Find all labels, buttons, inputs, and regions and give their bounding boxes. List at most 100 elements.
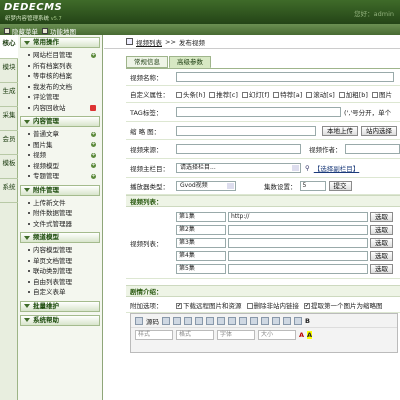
- vtab-template[interactable]: 模板: [0, 155, 18, 179]
- sidebar-item-linkage[interactable]: 联动类别管理: [28, 266, 100, 277]
- paste-icon[interactable]: [206, 316, 214, 325]
- undo-icon[interactable]: [239, 316, 247, 325]
- sidebar-item-recycle[interactable]: 内容回收站: [28, 103, 100, 114]
- title-input[interactable]: [176, 72, 394, 82]
- sidebar-item-article[interactable]: 普通文章 +: [28, 129, 100, 140]
- episode-name-input[interactable]: 第4集: [176, 250, 226, 261]
- sidebar-group-header[interactable]: 常用操作: [20, 37, 100, 48]
- episode-name-input[interactable]: 第3集: [176, 237, 226, 248]
- sidebar-item-columns[interactable]: 网站栏目管理 +: [28, 50, 100, 61]
- vtab-generate[interactable]: 生成: [0, 83, 18, 107]
- episode-name-input[interactable]: 第5集: [176, 263, 226, 274]
- sidebar-item-single-page[interactable]: 单页文档管理: [28, 256, 100, 267]
- opt-download-remote[interactable]: 下载远程图片和资源: [176, 300, 242, 310]
- sidebar-item-topics[interactable]: 专题管理 +: [28, 171, 100, 182]
- choose-button[interactable]: 选取: [370, 224, 393, 235]
- sidebar-item-content-model[interactable]: 内容模型管理: [28, 245, 100, 256]
- tab-advanced[interactable]: 高级参数: [169, 56, 211, 68]
- sidebar-item-comments[interactable]: 评论管理: [28, 92, 100, 103]
- add-icon[interactable]: +: [91, 173, 96, 179]
- text-color-icon[interactable]: A: [299, 331, 304, 339]
- episode-name-input[interactable]: 第2集: [176, 224, 226, 235]
- episode-url-input[interactable]: [228, 250, 368, 261]
- vtab-module[interactable]: 模块: [0, 59, 18, 83]
- paste-word-icon[interactable]: [228, 316, 236, 325]
- size-select[interactable]: 大小: [258, 330, 296, 340]
- preview-icon[interactable]: [173, 316, 181, 325]
- tag-input[interactable]: [176, 107, 341, 117]
- attr-hot[interactable]: 头条[h]: [176, 89, 205, 99]
- image-icon[interactable]: [261, 316, 269, 325]
- attr-bold[interactable]: 加粗[b]: [338, 89, 368, 99]
- redo-icon[interactable]: [250, 316, 258, 325]
- tab-general[interactable]: 常规信息: [126, 56, 168, 68]
- upload-button[interactable]: 本地上传: [322, 125, 358, 136]
- sidebar-item-all-docs[interactable]: 所有档案列表: [28, 61, 100, 72]
- attr-recommend[interactable]: 推荐[c]: [209, 89, 238, 99]
- episode-url-input[interactable]: [228, 263, 368, 274]
- episode-url-input[interactable]: [228, 237, 368, 248]
- link-icon[interactable]: [294, 316, 302, 325]
- vtab-collect[interactable]: 采集: [0, 107, 18, 131]
- font-select[interactable]: 字体: [217, 330, 255, 340]
- add-icon[interactable]: +: [91, 163, 96, 169]
- attr-scroll[interactable]: 滚动[s]: [306, 89, 335, 99]
- sidebar-item-pending[interactable]: 等审核的档案: [28, 71, 100, 82]
- sidebar-group-header[interactable]: 批量维护: [20, 300, 100, 312]
- sidebar-group-header[interactable]: 系统帮助: [20, 314, 100, 326]
- cut-icon[interactable]: [184, 316, 192, 325]
- sidebar-item-images[interactable]: 图片集 +: [28, 140, 100, 151]
- format-select[interactable]: 格式: [176, 330, 214, 340]
- paste-text-icon[interactable]: [217, 316, 225, 325]
- save-icon[interactable]: [162, 316, 170, 325]
- episode-url-input[interactable]: [228, 224, 368, 235]
- choose-button[interactable]: 选取: [370, 263, 393, 274]
- add-icon[interactable]: +: [91, 142, 96, 148]
- flash-icon[interactable]: [272, 316, 280, 325]
- station-select-button[interactable]: 站内选择: [361, 125, 397, 136]
- add-icon[interactable]: +: [91, 52, 96, 58]
- search-icon[interactable]: ⚲: [305, 164, 310, 172]
- sidebar-group-header[interactable]: 内容管理: [20, 116, 100, 127]
- sidebar-item-upload[interactable]: 上传新文件: [28, 198, 100, 209]
- table-icon[interactable]: [283, 316, 291, 325]
- source-input[interactable]: [176, 144, 301, 154]
- episodes-input[interactable]: 5: [299, 181, 326, 191]
- episode-url-input[interactable]: http://: [228, 211, 368, 222]
- sidebar-group-header[interactable]: 附件管理: [20, 184, 100, 196]
- episode-name-input[interactable]: 第1集: [176, 211, 226, 222]
- vtab-system[interactable]: 系统: [0, 179, 18, 203]
- vtab-member[interactable]: 会员: [0, 131, 18, 155]
- bold-icon[interactable]: B: [305, 317, 310, 325]
- sidebar-item-file-manager[interactable]: 文件式管理器: [28, 219, 100, 230]
- source-icon[interactable]: [135, 316, 143, 325]
- sidebar-item-video-model[interactable]: 视频模型 +: [28, 161, 100, 172]
- breadcrumb-video-list[interactable]: 视频列表: [136, 37, 162, 47]
- opt-remove-links[interactable]: 删除非站内链接: [246, 300, 299, 310]
- attr-special[interactable]: 特荐[a]: [273, 89, 302, 99]
- player-select[interactable]: Gvod视频: [176, 181, 236, 191]
- sidebar-item-attach-data[interactable]: 附件数据管理: [28, 208, 100, 219]
- sub-column-link[interactable]: 【选择副栏目】: [314, 163, 360, 173]
- attr-image[interactable]: 图片: [371, 89, 392, 99]
- choose-button[interactable]: 选取: [370, 237, 393, 248]
- sidebar-item-custom-form[interactable]: 自定义表单: [28, 287, 100, 298]
- choose-button[interactable]: 选取: [370, 250, 393, 261]
- bg-color-icon[interactable]: A: [307, 331, 313, 339]
- sidebar-group-header[interactable]: 频道模型: [20, 232, 100, 243]
- source-button[interactable]: 源码: [146, 316, 159, 326]
- sidebar-item-free-list[interactable]: 自由列表管理: [28, 277, 100, 288]
- style-select[interactable]: 样式: [135, 330, 173, 340]
- sidebar-item-my-docs[interactable]: 我发布的文档: [28, 82, 100, 93]
- author-input[interactable]: [345, 144, 400, 154]
- opt-first-image-thumb[interactable]: 提取第一个图片为缩略图: [304, 300, 383, 310]
- attr-slide[interactable]: 幻灯[f]: [241, 89, 269, 99]
- vtab-core[interactable]: 核心: [0, 35, 18, 59]
- copy-icon[interactable]: [195, 316, 203, 325]
- recycle-icon[interactable]: [90, 104, 96, 111]
- add-icon[interactable]: +: [91, 131, 96, 137]
- column-select[interactable]: 请选择栏目...: [176, 163, 301, 173]
- thumb-input[interactable]: [176, 125, 316, 136]
- submit-episodes-button[interactable]: 提交: [328, 181, 352, 191]
- sidebar-item-video[interactable]: 视频 +: [28, 150, 100, 161]
